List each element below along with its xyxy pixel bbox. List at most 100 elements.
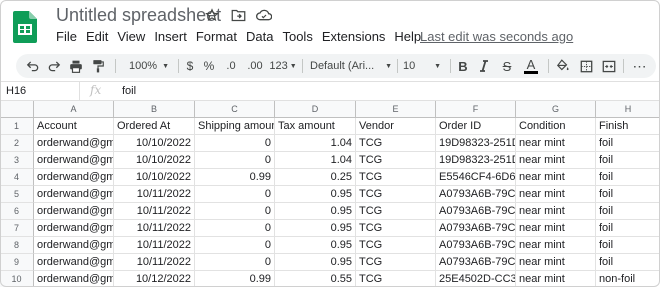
sheets-logo-icon[interactable] <box>13 11 37 43</box>
cell-ordered-at[interactable]: Ordered At <box>114 118 195 135</box>
strikethrough-icon[interactable]: S <box>500 54 514 78</box>
star-icon[interactable] <box>203 6 221 24</box>
cell-condition[interactable]: near mint <box>516 254 596 271</box>
cell-vendor[interactable]: TCG <box>356 271 436 287</box>
cell-ordered-at[interactable]: 10/10/2022 <box>114 169 195 186</box>
cell-finish[interactable]: foil <box>596 169 660 186</box>
cell-tax-amount[interactable]: 0.95 <box>275 220 356 237</box>
cell-shipping-amount[interactable]: 0 <box>195 203 275 220</box>
select-all-corner[interactable] <box>0 101 34 118</box>
cell-ordered-at[interactable]: 10/10/2022 <box>114 135 195 152</box>
row-header[interactable]: 5 <box>0 186 34 203</box>
bold-icon[interactable]: B <box>456 54 470 78</box>
cell-finish[interactable]: foil <box>596 135 660 152</box>
cell-order-id[interactable]: A0793A6B-79CA <box>436 203 516 220</box>
cell-shipping-amount[interactable]: 0.99 <box>195 271 275 287</box>
cell-vendor[interactable]: TCG <box>356 135 436 152</box>
cell-account[interactable]: orderwand@gma <box>34 203 114 220</box>
column-header[interactable]: H <box>596 101 660 118</box>
menu-format[interactable]: Format <box>196 29 237 44</box>
cell-order-id[interactable]: A0793A6B-79CA <box>436 254 516 271</box>
cell-ordered-at[interactable]: 10/11/2022 <box>114 186 195 203</box>
column-header[interactable]: B <box>114 101 195 118</box>
cell-order-id[interactable]: 19D98323-251D <box>436 152 516 169</box>
cell-account[interactable]: orderwand@gma <box>34 254 114 271</box>
cell-vendor[interactable]: TCG <box>356 152 436 169</box>
row-header[interactable]: 9 <box>0 254 34 271</box>
column-header[interactable]: A <box>34 101 114 118</box>
increase-decimal-button[interactable]: .00 <box>243 54 267 78</box>
cell-account[interactable]: orderwand@gma <box>34 186 114 203</box>
menu-insert[interactable]: Insert <box>154 29 187 44</box>
cell-account[interactable]: orderwand@gma <box>34 220 114 237</box>
cell-shipping-amount[interactable]: Shipping amount <box>195 118 275 135</box>
cell-finish[interactable]: non-foil <box>596 271 660 287</box>
paint-format-icon[interactable] <box>89 54 107 78</box>
cell-vendor[interactable]: TCG <box>356 186 436 203</box>
cell-shipping-amount[interactable]: 0.99 <box>195 169 275 186</box>
column-header[interactable]: C <box>195 101 275 118</box>
cell-condition[interactable]: near mint <box>516 220 596 237</box>
cell-ordered-at[interactable]: 10/11/2022 <box>114 254 195 271</box>
percent-format-button[interactable]: % <box>202 54 216 78</box>
row-header[interactable]: 8 <box>0 237 34 254</box>
menu-tools[interactable]: Tools <box>282 29 312 44</box>
cell-order-id[interactable]: A0793A6B-79CA <box>436 237 516 254</box>
cell-tax-amount[interactable]: 0.25 <box>275 169 356 186</box>
row-header[interactable]: 1 <box>0 118 34 135</box>
cell-shipping-amount[interactable]: 0 <box>195 254 275 271</box>
cell-order-id[interactable]: E5546CF4-6D68 <box>436 169 516 186</box>
cell-tax-amount[interactable]: Tax amount <box>275 118 356 135</box>
cell-account[interactable]: orderwand@gma <box>34 135 114 152</box>
cell-vendor[interactable]: Vendor <box>356 118 436 135</box>
cell-finish[interactable]: foil <box>596 152 660 169</box>
column-header[interactable]: E <box>356 101 436 118</box>
more-formats-select[interactable]: 123 ▼ <box>269 54 297 78</box>
cell-tax-amount[interactable]: 0.95 <box>275 203 356 220</box>
row-header[interactable]: 7 <box>0 220 34 237</box>
menu-view[interactable]: View <box>117 29 145 44</box>
cell-account[interactable]: orderwand@gma <box>34 237 114 254</box>
cell-finish[interactable]: Finish <box>596 118 660 135</box>
cell-finish[interactable]: foil <box>596 237 660 254</box>
cell-vendor[interactable]: TCG <box>356 254 436 271</box>
cell-finish[interactable]: foil <box>596 203 660 220</box>
cell-tax-amount[interactable]: 0.95 <box>275 186 356 203</box>
cell-condition[interactable]: Condition <box>516 118 596 135</box>
row-header[interactable]: 3 <box>0 152 34 169</box>
menu-data[interactable]: Data <box>246 29 273 44</box>
font-size-select[interactable]: 10 ▼ <box>403 54 441 78</box>
fill-color-icon[interactable] <box>554 54 572 78</box>
last-edit-link[interactable]: Last edit was seconds ago <box>420 29 573 44</box>
cell-condition[interactable]: near mint <box>516 169 596 186</box>
cell-ordered-at[interactable]: 10/11/2022 <box>114 237 195 254</box>
move-folder-icon[interactable] <box>229 6 247 24</box>
row-header[interactable]: 4 <box>0 169 34 186</box>
cell-finish[interactable]: foil <box>596 254 660 271</box>
column-header[interactable]: F <box>436 101 516 118</box>
cell-vendor[interactable]: TCG <box>356 220 436 237</box>
cell-tax-amount[interactable]: 1.04 <box>275 152 356 169</box>
print-icon[interactable] <box>67 54 85 78</box>
borders-icon[interactable] <box>577 54 595 78</box>
menu-file[interactable]: File <box>56 29 77 44</box>
cloud-status-icon[interactable] <box>255 6 273 24</box>
column-header[interactable]: D <box>275 101 356 118</box>
cell-condition[interactable]: near mint <box>516 237 596 254</box>
row-header[interactable]: 2 <box>0 135 34 152</box>
cell-vendor[interactable]: TCG <box>356 237 436 254</box>
zoom-select[interactable]: 100% ▼ <box>124 54 174 78</box>
cell-ordered-at[interactable]: 10/12/2022 <box>114 271 195 287</box>
row-header[interactable]: 6 <box>0 203 34 220</box>
cell-condition[interactable]: near mint <box>516 186 596 203</box>
cell-condition[interactable]: near mint <box>516 271 596 287</box>
name-box[interactable]: H16 <box>0 82 80 100</box>
menu-extensions[interactable]: Extensions <box>322 29 386 44</box>
text-color-icon[interactable]: A <box>522 54 540 78</box>
redo-icon[interactable] <box>45 54 63 78</box>
cell-order-id[interactable]: 19D98323-251D <box>436 135 516 152</box>
font-family-select[interactable]: Default (Ari... ▼ <box>310 54 392 78</box>
cell-condition[interactable]: near mint <box>516 152 596 169</box>
cell-shipping-amount[interactable]: 0 <box>195 186 275 203</box>
cell-account[interactable]: orderwand@gma <box>34 169 114 186</box>
